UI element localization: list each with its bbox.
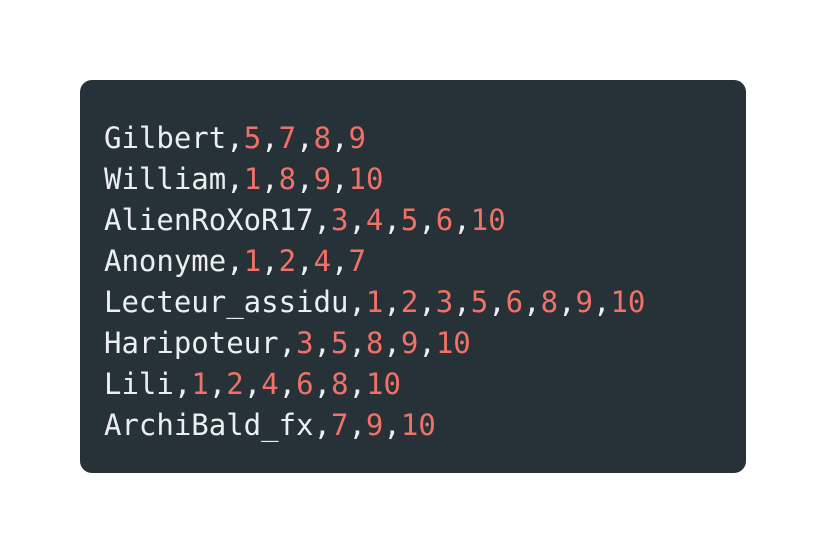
separator: , xyxy=(313,408,331,442)
entry-name: Lecteur_assidu xyxy=(104,285,349,319)
separator: , xyxy=(348,326,366,360)
entry-value: 6 xyxy=(435,203,454,237)
entry-value: 3 xyxy=(330,203,349,237)
entry-value: 2 xyxy=(226,367,244,401)
entry-value: 4 xyxy=(313,244,332,278)
entry-value: 10 xyxy=(470,203,506,237)
entry-value: 8 xyxy=(278,162,297,196)
entry-name: ArchiBald_fx xyxy=(104,408,314,442)
entry-value: 10 xyxy=(610,285,646,319)
entry-value: 10 xyxy=(348,162,384,196)
entry-value: 7 xyxy=(348,244,366,278)
separator: , xyxy=(348,367,366,401)
code-block: Gilbert,5,7,8,9 William,1,8,9,10 AlienRoXo… xyxy=(80,80,746,473)
entry-value: 3 xyxy=(296,326,314,360)
separator: , xyxy=(383,203,401,237)
separator: , xyxy=(208,367,227,401)
separator: , xyxy=(296,121,314,155)
entry-value: 9 xyxy=(575,285,593,319)
entry-name: Lili xyxy=(104,367,174,401)
separator: , xyxy=(418,285,436,319)
entry-value: 1 xyxy=(243,162,262,196)
entry-value: 10 xyxy=(366,367,401,401)
entry-value: 1 xyxy=(191,367,209,401)
entry-value: 8 xyxy=(365,326,384,360)
separator: , xyxy=(418,326,436,360)
separator: , xyxy=(173,367,192,401)
entry-value: 7 xyxy=(278,121,297,155)
entry-name: AlienRoXoR17 xyxy=(104,203,314,237)
code-line: ArchiBald_fx,7,9,10 xyxy=(104,405,645,446)
entry-value: 2 xyxy=(278,244,297,278)
code-line: Gilbert,5,7,8,9 xyxy=(104,118,645,159)
entry-value: 2 xyxy=(400,285,419,319)
entry-value: 3 xyxy=(435,285,454,319)
entry-value: 1 xyxy=(243,244,262,278)
separator: , xyxy=(558,285,576,319)
separator: , xyxy=(226,121,244,155)
code-lines: Gilbert,5,7,8,9 William,1,8,9,10 AlienRoXo… xyxy=(104,118,645,446)
separator: , xyxy=(348,285,366,319)
code-line: Lecteur_assidu,1,2,3,5,6,8,9,10 xyxy=(104,282,645,323)
separator: , xyxy=(313,367,332,401)
separator: , xyxy=(296,162,314,196)
entry-value: 6 xyxy=(505,285,524,319)
entry-value: 9 xyxy=(313,162,332,196)
separator: , xyxy=(331,121,349,155)
entry-value: 5 xyxy=(470,285,489,319)
entry-value: 10 xyxy=(400,408,436,442)
separator: , xyxy=(383,285,401,319)
separator: , xyxy=(296,244,314,278)
entry-name: Gilbert xyxy=(104,121,227,155)
entry-value: 9 xyxy=(400,326,419,360)
separator: , xyxy=(243,367,262,401)
entry-value: 8 xyxy=(540,285,559,319)
separator: , xyxy=(488,285,506,319)
separator: , xyxy=(331,162,349,196)
entry-value: 9 xyxy=(365,408,384,442)
entry-value: 7 xyxy=(330,408,349,442)
code-line: AlienRoXoR17,3,4,5,6,10 xyxy=(104,200,645,241)
code-line: Haripoteur,3,5,8,9,10 xyxy=(104,323,645,364)
entry-value: 5 xyxy=(400,203,419,237)
separator: , xyxy=(313,326,332,360)
entry-value: 1 xyxy=(365,285,384,319)
separator: , xyxy=(278,326,297,360)
separator: , xyxy=(453,203,471,237)
entry-value: 8 xyxy=(331,367,349,401)
separator: , xyxy=(383,326,401,360)
separator: , xyxy=(331,244,349,278)
separator: , xyxy=(226,162,244,196)
entry-value: 9 xyxy=(348,121,366,155)
entry-value: 10 xyxy=(435,326,471,360)
separator: , xyxy=(348,408,366,442)
entry-value: 8 xyxy=(313,121,332,155)
separator: , xyxy=(226,244,244,278)
entry-value: 5 xyxy=(243,121,262,155)
separator: , xyxy=(261,244,279,278)
entry-value: 4 xyxy=(261,367,279,401)
separator: , xyxy=(383,408,401,442)
separator: , xyxy=(278,367,297,401)
separator: , xyxy=(523,285,541,319)
separator: , xyxy=(593,285,611,319)
separator: , xyxy=(348,203,366,237)
separator: , xyxy=(418,203,436,237)
separator: , xyxy=(261,121,279,155)
entry-value: 5 xyxy=(331,326,349,360)
separator: , xyxy=(453,285,471,319)
code-line: Anonyme,1,2,4,7 xyxy=(104,241,645,282)
separator: , xyxy=(261,162,279,196)
separator: , xyxy=(313,203,331,237)
entry-value: 6 xyxy=(296,367,314,401)
entry-name: William xyxy=(104,162,227,196)
code-line: Lili,1,2,4,6,8,10 xyxy=(104,364,645,405)
code-line: William,1,8,9,10 xyxy=(104,159,645,200)
entry-name: Anonyme xyxy=(104,244,227,278)
entry-value: 4 xyxy=(365,203,384,237)
entry-name: Haripoteur xyxy=(104,326,279,360)
